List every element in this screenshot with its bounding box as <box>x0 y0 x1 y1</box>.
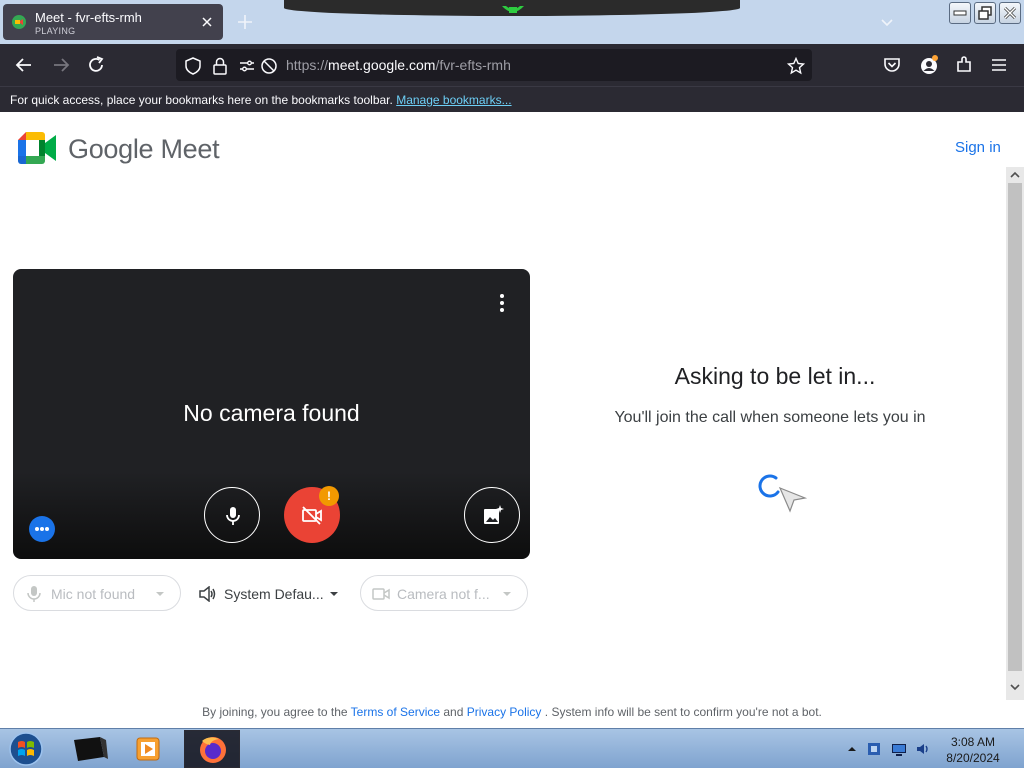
google-meet-logo-icon <box>18 132 56 164</box>
manage-bookmarks-link[interactable]: Manage bookmarks... <box>396 93 511 107</box>
system-clock[interactable]: 3:08 AM 8/20/2024 <box>936 734 1010 766</box>
chevron-down-icon <box>156 592 164 596</box>
bookmark-star-icon[interactable] <box>787 57 805 75</box>
footer-and: and <box>443 705 464 719</box>
waiting-title: Asking to be let in... <box>674 363 876 389</box>
microphone-select[interactable]: Mic not found <box>13 575 181 611</box>
mouse-pointer-icon <box>778 486 808 513</box>
microphone-icon <box>226 507 240 525</box>
volume-tray-icon[interactable] <box>915 741 931 757</box>
camera-blocked-icon[interactable] <box>260 57 278 75</box>
scroll-up-arrow-icon[interactable] <box>1009 169 1021 181</box>
minimize-icon <box>953 10 967 16</box>
page-scrollbar[interactable] <box>1006 167 1024 700</box>
camera-warning-badge: ! <box>319 486 339 506</box>
tab-meet[interactable]: Meet - fvr-efts-rmh PLAYING <box>3 4 223 40</box>
camera-indicator-icon <box>502 6 524 13</box>
clock-date: 8/20/2024 <box>946 751 1000 765</box>
ellipsis-icon <box>35 527 49 531</box>
camera-select[interactable]: Camera not f... <box>360 575 528 611</box>
more-options-icon[interactable] <box>495 293 509 313</box>
microphone-toggle-button[interactable] <box>204 487 260 543</box>
taskbar-item-terminal[interactable] <box>62 730 118 768</box>
terms-footer: By joining, you agree to the Terms of Se… <box>0 705 1024 719</box>
microphone-icon <box>27 586 41 602</box>
media-player-icon <box>136 737 160 761</box>
close-icon <box>1003 6 1017 20</box>
more-actions-button[interactable] <box>29 516 55 542</box>
meet-favicon-icon <box>12 15 26 29</box>
scrollbar-thumb[interactable] <box>1008 183 1022 671</box>
tab-title: Meet - fvr-efts-rmh <box>35 10 142 25</box>
reload-icon[interactable] <box>85 54 107 76</box>
close-tab-icon[interactable] <box>199 14 215 30</box>
address-bar[interactable]: https://meet.google.com/fvr-efts-rmh <box>176 49 812 81</box>
network-tray-icon[interactable] <box>866 741 882 757</box>
privacy-policy-link[interactable]: Privacy Policy <box>467 705 542 719</box>
no-camera-message: No camera found <box>183 400 360 426</box>
terminal-app-icon <box>74 737 108 761</box>
new-tab-icon[interactable] <box>236 13 254 31</box>
video-preview: No camera found ! <box>13 269 530 559</box>
brand-name: Google Meet <box>68 134 220 164</box>
show-hidden-icons-icon[interactable] <box>844 741 860 757</box>
account-icon[interactable] <box>918 54 940 76</box>
microphone-select-label: Mic not found <box>51 586 136 602</box>
clock-time: 3:08 AM <box>950 735 996 749</box>
footer-suffix: . System info will be sent to confirm yo… <box>544 705 822 719</box>
permissions-icon[interactable] <box>238 57 256 75</box>
bookmarks-toolbar: For quick access, place your bookmarks h… <box>0 86 1024 112</box>
lock-icon[interactable] <box>211 57 229 75</box>
bookmarks-message: For quick access, place your bookmarks h… <box>10 93 512 107</box>
start-button-icon[interactable] <box>6 731 46 767</box>
tab-playing-label: PLAYING <box>35 26 76 36</box>
windows-taskbar: 3:08 AM 8/20/2024 <box>0 728 1024 768</box>
back-arrow-icon[interactable] <box>13 54 35 76</box>
menu-hamburger-icon[interactable] <box>988 54 1010 76</box>
extensions-icon[interactable] <box>953 54 975 76</box>
speaker-select-label: System Defau... <box>224 586 324 602</box>
camera-select-label: Camera not f... <box>397 586 490 602</box>
camera-icon <box>372 588 390 600</box>
visual-effects-button[interactable] <box>464 487 520 543</box>
sign-in-link[interactable]: Sign in <box>955 139 1001 156</box>
footer-prefix: By joining, you agree to the <box>202 705 348 719</box>
taskbar-item-media-player[interactable] <box>122 730 178 768</box>
meet-page: Google Meet Sign in No camera found ! Mi… <box>0 112 1024 728</box>
taskbar-item-firefox[interactable] <box>184 730 240 768</box>
list-all-tabs-icon[interactable] <box>879 14 895 30</box>
camera-toggle-button[interactable]: ! <box>284 486 340 543</box>
waiting-subtitle: You'll join the call when someone lets y… <box>614 409 926 426</box>
restore-button[interactable] <box>974 2 996 24</box>
chevron-down-icon <box>503 592 511 596</box>
camera-off-icon <box>302 506 322 525</box>
visual-effects-icon <box>484 505 504 524</box>
url-text[interactable]: https://meet.google.com/fvr-efts-rmh <box>286 57 511 73</box>
scroll-down-arrow-icon[interactable] <box>1009 681 1021 693</box>
close-window-button[interactable] <box>999 2 1021 24</box>
forward-arrow-icon[interactable] <box>50 54 72 76</box>
tracking-protection-shield-icon[interactable] <box>184 57 202 75</box>
tab-strip: Meet - fvr-efts-rmh PLAYING <box>0 0 1024 44</box>
restore-icon <box>978 6 992 20</box>
firefox-icon <box>200 737 226 763</box>
pocket-icon[interactable] <box>881 54 903 76</box>
terms-of-service-link[interactable]: Terms of Service <box>351 705 440 719</box>
display-tray-icon[interactable] <box>891 741 907 757</box>
minimize-button[interactable] <box>949 2 971 24</box>
navigation-toolbar: https://meet.google.com/fvr-efts-rmh <box>0 44 1024 86</box>
speaker-select[interactable]: System Defau... <box>185 575 353 611</box>
speaker-icon <box>199 586 216 602</box>
chevron-down-icon <box>330 592 338 596</box>
